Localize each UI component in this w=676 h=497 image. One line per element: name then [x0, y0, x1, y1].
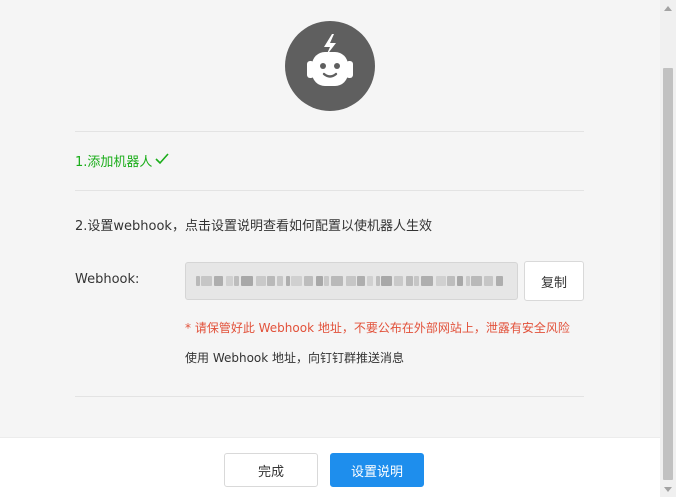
blurred-char: [421, 276, 433, 286]
blurred-char: [256, 276, 266, 286]
blurred-char: [226, 276, 233, 286]
security-warning: * 请保管好此 Webhook 地址，不要公布在外部网站上，泄露有安全风险: [185, 321, 570, 335]
blurred-char: [381, 276, 392, 286]
blurred-char: [196, 276, 200, 286]
webhook-hint: 使用 Webhook 地址，向钉钉群推送消息: [185, 351, 405, 365]
blurred-char: [304, 276, 313, 286]
robot-avatar: [285, 21, 375, 111]
blurred-char: [496, 276, 503, 286]
blurred-char: [267, 276, 275, 286]
setup-instructions-button[interactable]: 设置说明: [330, 453, 424, 487]
blurred-char: [357, 276, 365, 286]
blurred-char: [331, 276, 343, 286]
blurred-char: [376, 276, 380, 286]
blurred-char: [414, 276, 419, 286]
blurred-char: [241, 276, 253, 286]
copy-button[interactable]: 复制: [524, 261, 584, 301]
dialog-body: 1.添加机器人 2.设置webhook，点击设置说明查看如何配置以使机器人生效 …: [0, 0, 660, 437]
blurred-char: [277, 276, 283, 286]
blurred-char: [466, 276, 470, 286]
divider-step: [75, 190, 584, 191]
scroll-down-arrow-icon[interactable]: [660, 481, 676, 497]
blurred-char: [406, 276, 413, 286]
blurred-char: [367, 276, 373, 286]
scrollbar-thumb[interactable]: [663, 68, 673, 480]
scrollbar[interactable]: [660, 0, 676, 497]
blurred-char: [291, 276, 302, 286]
blurred-char: [324, 276, 329, 286]
blurred-char: [346, 276, 356, 286]
blurred-char: [286, 276, 290, 286]
done-button[interactable]: 完成: [224, 453, 318, 487]
step-2-label: 2.设置webhook，点击设置说明查看如何配置以使机器人生效: [75, 219, 432, 234]
scroll-up-arrow-icon[interactable]: [660, 0, 676, 16]
webhook-label: Webhook:: [75, 272, 140, 287]
blurred-char: [394, 276, 403, 286]
step-1: 1.添加机器人: [75, 151, 170, 170]
divider-top: [75, 131, 584, 132]
blurred-char: [201, 276, 212, 286]
blurred-char: [436, 276, 446, 286]
blurred-char: [484, 276, 493, 286]
dialog-footer: 完成 设置说明: [0, 437, 660, 497]
robot-icon: [307, 34, 353, 86]
divider-bottom: [75, 396, 584, 397]
blurred-char: [471, 276, 482, 286]
blurred-char: [234, 276, 239, 286]
blurred-char: [214, 276, 223, 286]
blurred-char: [457, 276, 463, 286]
check-icon: [155, 152, 170, 169]
blurred-char: [316, 276, 323, 286]
webhook-url-field[interactable]: [185, 262, 518, 300]
step-1-label: 1.添加机器人: [75, 155, 153, 170]
blurred-char: [447, 276, 455, 286]
